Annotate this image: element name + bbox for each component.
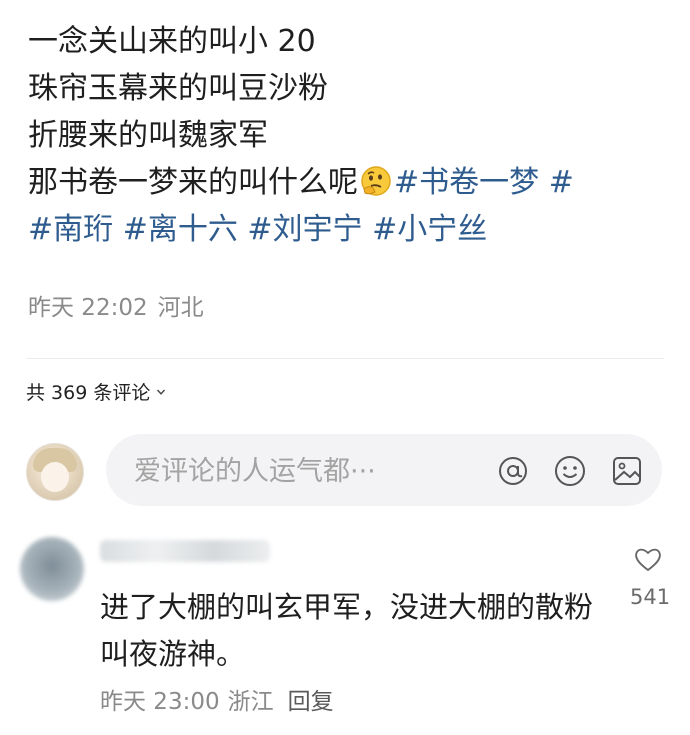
commenter-avatar-blurred[interactable]: [20, 537, 84, 601]
post-line: #南珩 #离十六 #刘宇宁 #小宁丝: [28, 206, 668, 253]
reply-button[interactable]: 回复: [288, 689, 334, 715]
hashtag-link[interactable]: #书卷一梦: [394, 165, 539, 200]
comment-input[interactable]: [132, 434, 466, 508]
post-line: 一念关山来的叫小 20: [28, 24, 316, 59]
hashtag-link[interactable]: #离十六: [123, 212, 238, 247]
post-question-text: 那书卷一梦来的叫什么呢: [28, 165, 358, 200]
hashtag-link[interactable]: #刘宇宁: [247, 212, 362, 247]
at-icon[interactable]: [496, 454, 530, 488]
comment-location: 浙江: [227, 689, 274, 715]
comment-text: 进了大棚的叫玄甲军，没进大棚的散粉叫夜游神。: [100, 590, 594, 671]
current-user-avatar[interactable]: [26, 443, 84, 501]
comment-meta: 昨天 23:00 浙江 回复: [100, 682, 334, 716]
comment-count-sort[interactable]: 共 369 条评论: [26, 378, 166, 405]
chevron-down-icon: [157, 389, 166, 395]
smile-icon[interactable]: [553, 454, 587, 488]
post-location: 河北: [157, 295, 204, 321]
hashtag-link[interactable]: #小宁丝: [372, 212, 487, 247]
comment-time: 昨天 23:00: [100, 689, 220, 715]
thinking-face-icon: [361, 166, 391, 196]
heart-icon[interactable]: [633, 545, 663, 573]
post-line: 折腰来的叫魏家军: [28, 118, 268, 153]
comment-count: 共 369 条评论: [26, 382, 151, 404]
post-body: 一念关山来的叫小 20 珠帘玉幕来的叫豆沙粉 折腰来的叫魏家军 那书卷一梦来的叫…: [28, 18, 668, 253]
hashtag-link[interactable]: #南珩: [28, 212, 113, 247]
post-line: 那书卷一梦来的叫什么呢 #书卷一梦 #: [28, 159, 668, 206]
post-date: 昨天 22:02: [28, 295, 148, 321]
image-icon[interactable]: [610, 454, 644, 488]
like-count: 541: [630, 585, 671, 609]
hashtag-link[interactable]: #: [549, 165, 574, 200]
like-button[interactable]: 541: [630, 545, 671, 609]
post-meta: 昨天 22:02 河北: [28, 288, 204, 322]
avatar-face: [41, 462, 69, 492]
comment-input-box[interactable]: [106, 434, 662, 508]
post-line: 珠帘玉幕来的叫豆沙粉: [28, 71, 328, 106]
divider: [26, 358, 664, 359]
commenter-name-blurred[interactable]: [100, 540, 270, 562]
